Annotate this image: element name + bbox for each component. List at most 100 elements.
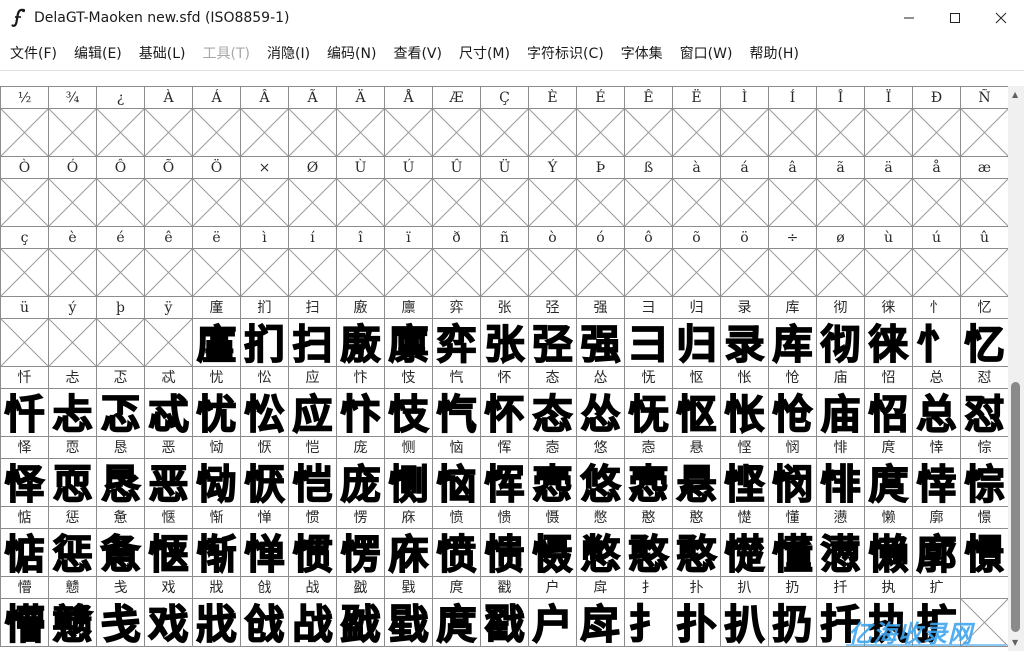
glyph-slot[interactable]: 扑扑 — [672, 576, 721, 649]
glyph-slot[interactable]: 强强 — [576, 296, 625, 369]
glyph-slot[interactable]: 怿怿 — [0, 436, 49, 509]
menu-item-0[interactable]: 文件(F) — [0, 43, 64, 63]
glyph-slot[interactable]: 愤愤 — [432, 506, 481, 579]
glyph-slot[interactable]: ó — [576, 226, 625, 297]
glyph-slot[interactable]: é — [96, 226, 145, 297]
glyph-slot[interactable]: Ì — [720, 86, 769, 157]
glyph-slot[interactable]: 恳恳 — [96, 436, 145, 509]
glyph-slot[interactable]: 怼怼 — [960, 366, 1009, 439]
glyph-slot[interactable]: 悯悯 — [768, 436, 817, 509]
glyph-slot[interactable]: 惯惯 — [288, 506, 337, 579]
glyph-slot[interactable]: 廪廪 — [384, 296, 433, 369]
glyph-slot[interactable]: 恽恽 — [480, 436, 529, 509]
glyph-slot[interactable]: 惮惮 — [240, 506, 289, 579]
glyph-slot[interactable]: Æ — [432, 86, 481, 157]
glyph-slot[interactable]: þ — [96, 296, 145, 367]
glyph-slot[interactable]: Ö — [192, 156, 241, 227]
glyph-slot[interactable]: 恻恻 — [384, 436, 433, 509]
glyph-slot[interactable]: Ã — [288, 86, 337, 157]
glyph-slot[interactable]: 忆忆 — [960, 296, 1009, 369]
glyph-slot[interactable]: å — [912, 156, 961, 227]
glyph-slot[interactable]: 忭忭 — [336, 366, 385, 439]
glyph-slot[interactable]: ù — [864, 226, 913, 297]
menu-item-3[interactable]: 工具(T) — [193, 43, 257, 63]
glyph-slot[interactable]: Ù — [336, 156, 385, 227]
glyph-slot[interactable]: 扦扦 — [816, 576, 865, 649]
glyph-slot[interactable]: 怄怄 — [672, 366, 721, 439]
glyph-slot[interactable]: 怅怅 — [720, 366, 769, 439]
glyph-slot[interactable]: Ð — [912, 86, 961, 157]
glyph-slot[interactable]: À — [144, 86, 193, 157]
glyph-slot[interactable]: È — [528, 86, 577, 157]
glyph-slot[interactable]: 悱悱 — [816, 436, 865, 509]
glyph-slot[interactable]: 忏忏 — [0, 366, 49, 439]
glyph-slot[interactable]: 悫悫 — [624, 436, 673, 509]
glyph-slot[interactable]: 忒忒 — [144, 366, 193, 439]
glyph-slot[interactable]: ¿ — [96, 86, 145, 157]
glyph-slot[interactable]: 弪弪 — [528, 296, 577, 369]
glyph-slot[interactable]: 憨憨 — [672, 506, 721, 579]
glyph-slot[interactable]: 悻悻 — [912, 436, 961, 509]
glyph-slot[interactable]: 怊怊 — [864, 366, 913, 439]
glyph-slot[interactable]: 恧恧 — [48, 436, 97, 509]
glyph-slot[interactable]: 恼恼 — [432, 436, 481, 509]
glyph-slot[interactable]: Û — [432, 156, 481, 227]
glyph-slot[interactable]: 忄忄 — [912, 296, 961, 369]
glyph-slot[interactable]: 弈弈 — [432, 296, 481, 369]
glyph-slot[interactable]: Â — [240, 86, 289, 157]
menu-item-8[interactable]: 字符标识(C) — [517, 43, 611, 63]
glyph-slot[interactable]: á — [720, 156, 769, 227]
glyph-slot[interactable]: 扔扔 — [768, 576, 817, 649]
glyph-slot[interactable]: ý — [48, 296, 97, 367]
glyph-slot[interactable]: è — [48, 226, 97, 297]
glyph-slot[interactable]: 戤戤 — [336, 576, 385, 649]
glyph-slot[interactable]: 庹庹 — [864, 436, 913, 509]
glyph-slot[interactable]: × — [240, 156, 289, 227]
glyph-slot[interactable]: 憨憨 — [624, 506, 673, 579]
glyph-slot[interactable]: 扒扒 — [720, 576, 769, 649]
vertical-scrollbar[interactable]: ▲ ▼ — [1008, 86, 1024, 651]
glyph-slot[interactable]: 戋戋 — [96, 576, 145, 649]
glyph-slot[interactable]: 悰悰 — [960, 436, 1009, 509]
glyph-slot[interactable]: Þ — [576, 156, 625, 227]
glyph-slot[interactable]: Ñ — [960, 86, 1009, 157]
glyph-slot[interactable]: 戽戽 — [576, 576, 625, 649]
glyph-slot[interactable]: 扪扪 — [240, 296, 289, 369]
glyph-slot[interactable]: Ò — [0, 156, 49, 227]
menu-item-9[interactable]: 字体集 — [611, 43, 670, 63]
glyph-slot[interactable]: û — [960, 226, 1009, 297]
glyph-slot[interactable]: Ä — [336, 86, 385, 157]
glyph-slot[interactable]: Ï — [864, 86, 913, 157]
glyph-slot[interactable]: ô — [624, 226, 673, 297]
glyph-slot[interactable]: 彻彻 — [816, 296, 865, 369]
glyph-slot[interactable]: 恸恸 — [192, 436, 241, 509]
glyph-slot[interactable]: â — [768, 156, 817, 227]
glyph-slot[interactable]: 惭惭 — [192, 506, 241, 579]
glyph-slot[interactable]: ½ — [0, 86, 49, 157]
glyph-slot[interactable]: ò — [528, 226, 577, 297]
menu-item-7[interactable]: 尺寸(M) — [449, 43, 517, 63]
glyph-slot[interactable]: Ø — [288, 156, 337, 227]
glyph-slot[interactable]: 扩扩 — [912, 576, 961, 649]
glyph-slot[interactable]: 戥戥 — [384, 576, 433, 649]
glyph-slot[interactable]: 库库 — [768, 296, 817, 369]
glyph-slot[interactable]: ¾ — [48, 86, 97, 157]
minimize-button[interactable] — [886, 0, 932, 36]
glyph-slot[interactable]: Ê — [624, 86, 673, 157]
glyph-slot[interactable]: 怂怂 — [576, 366, 625, 439]
glyph-slot[interactable]: 战战 — [288, 576, 337, 649]
glyph-slot[interactable]: ï — [384, 226, 433, 297]
menu-item-11[interactable]: 帮助(H) — [739, 43, 805, 63]
glyph-slot[interactable]: Á — [192, 86, 241, 157]
glyph-slot[interactable]: 户户 — [528, 576, 577, 649]
glyph-slot[interactable]: 悬悬 — [672, 436, 721, 509]
glyph-slot[interactable]: 愣愣 — [336, 506, 385, 579]
glyph-slot[interactable]: 态态 — [528, 366, 577, 439]
glyph-slot[interactable]: 戕戕 — [192, 576, 241, 649]
menu-item-6[interactable]: 查看(V) — [383, 43, 449, 63]
glyph-slot[interactable]: 懵懵 — [0, 576, 49, 649]
glyph-slot[interactable]: 戏戏 — [144, 576, 193, 649]
glyph-slot[interactable]: à — [672, 156, 721, 227]
glyph-slot[interactable]: 懑懑 — [816, 506, 865, 579]
glyph-slot[interactable]: 张张 — [480, 296, 529, 369]
